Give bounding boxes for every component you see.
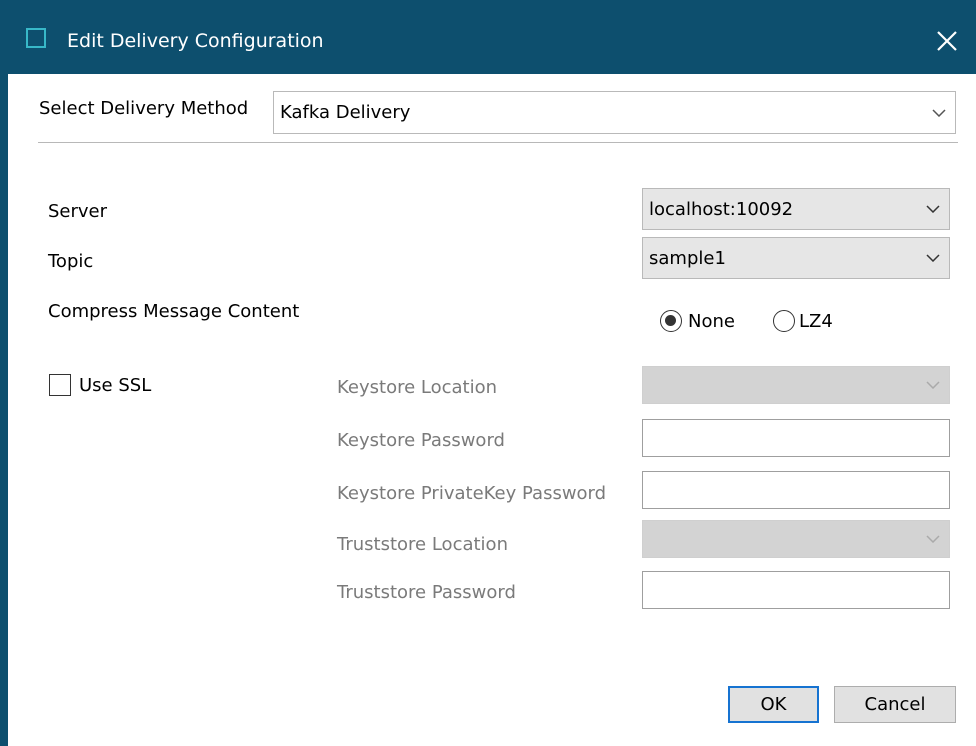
delivery-method-select[interactable]: Kafka Delivery [273,91,956,134]
section-divider [38,142,958,143]
title-bar: Edit Delivery Configuration [0,0,976,74]
cancel-button-label: Cancel [864,694,926,715]
close-icon [937,31,957,51]
keystore-location-select[interactable] [642,366,950,404]
chevron-down-icon [917,367,949,403]
server-select[interactable]: localhost:10092 [642,188,950,230]
keystore-privatekey-password-label: Keystore PrivateKey Password [337,483,607,504]
truststore-location-label: Truststore Location [337,534,508,555]
topic-select[interactable]: sample1 [642,237,950,279]
delivery-method-label: Select Delivery Method [39,98,249,119]
radio-lz4[interactable] [773,310,795,332]
truststore-location-select[interactable] [642,520,950,558]
topic-label: Topic [48,251,94,272]
keystore-password-label: Keystore Password [337,430,505,451]
chevron-down-icon [923,92,955,133]
chevron-down-icon [917,521,949,557]
radio-none-label: None [688,311,735,332]
chevron-down-icon [917,238,949,278]
truststore-password-input[interactable] [642,571,950,609]
use-ssl-checkbox[interactable] [49,374,71,396]
keystore-location-label: Keystore Location [337,377,498,398]
close-button[interactable] [930,24,964,58]
use-ssl-label: Use SSL [79,375,152,396]
dialog-title: Edit Delivery Configuration [67,30,324,52]
cancel-button[interactable]: Cancel [834,686,956,723]
truststore-password-label: Truststore Password [337,582,516,603]
radio-none[interactable] [660,310,682,332]
delivery-method-value: Kafka Delivery [280,102,411,123]
keystore-privatekey-password-input[interactable] [642,471,950,509]
radio-lz4-label: LZ4 [799,311,833,332]
window-icon [26,28,46,48]
topic-value: sample1 [649,247,726,269]
server-value: localhost:10092 [649,198,794,220]
keystore-password-input[interactable] [642,419,950,457]
radio-selected-dot [665,315,676,326]
compress-label: Compress Message Content [48,301,300,322]
ok-button[interactable]: OK [728,686,819,723]
ok-button-label: OK [760,694,787,715]
chevron-down-icon [917,189,949,229]
window-border [0,74,8,746]
server-label: Server [48,201,108,222]
